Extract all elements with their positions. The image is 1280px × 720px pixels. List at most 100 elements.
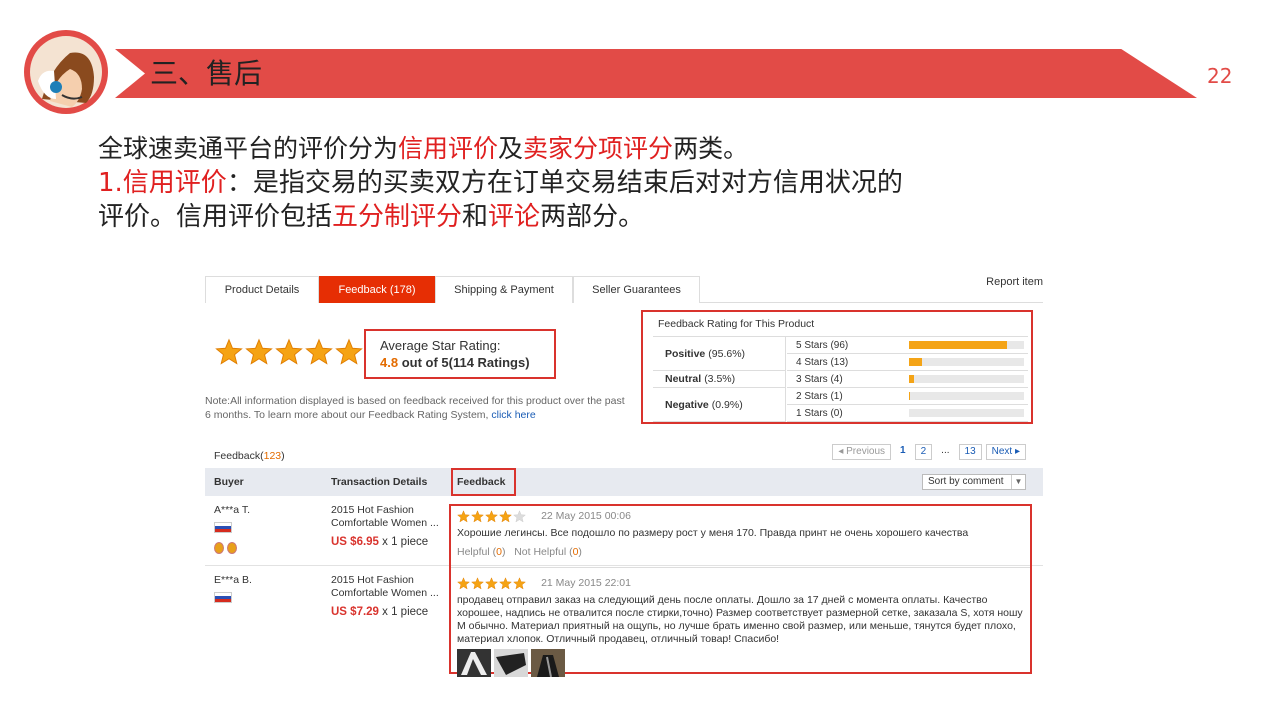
medal-icons	[214, 542, 237, 554]
group-pct: (95.6%)	[708, 347, 746, 360]
page-number-button[interactable]: 1	[895, 444, 911, 460]
previous-page-button[interactable]: ◂ Previous	[832, 444, 892, 460]
group-name: Neutral	[665, 373, 702, 385]
average-number: 4.8	[380, 355, 399, 370]
pagination-ellipsis: ...	[936, 444, 955, 460]
tab-seller-guarantees[interactable]: Seller Guarantees	[573, 276, 700, 303]
star-distribution-row: 3 Stars (4)	[787, 371, 1028, 388]
average-value: 4.8 out of 5(114 Ratings)	[380, 355, 554, 370]
star-icon	[457, 510, 470, 523]
body-text: 全球速卖通平台的评价分为信用评价及卖家分项评分两类。 1.信用评价：是指交易的买…	[98, 132, 1098, 234]
rating-bar-fill	[909, 392, 911, 400]
body-text-segment: 两部分。	[540, 202, 645, 232]
page-number-button[interactable]: 13	[958, 444, 982, 460]
column-transaction: Transaction Details	[331, 476, 428, 488]
star-icon	[485, 510, 498, 523]
helpful-close: )	[501, 546, 506, 558]
medal-icon	[227, 542, 237, 554]
transaction-title[interactable]: 2015 Hot Fashion Comfortable Women ...	[331, 504, 446, 530]
table-header: Buyer Transaction Details Feedback	[205, 468, 1043, 496]
transaction-price: US $6.95 x 1 piece	[331, 536, 428, 548]
tab-product-details[interactable]: Product Details	[205, 276, 319, 303]
feedback-date: 21 May 2015 22:01	[541, 577, 631, 590]
feedback-header-highlight	[451, 468, 516, 496]
star-icon	[485, 577, 498, 590]
feedback-count-label: Feedback(	[214, 450, 264, 462]
star-icon	[471, 577, 484, 590]
average-rating-box: Average Star Rating: 4.8 out of 5(114 Ra…	[364, 329, 556, 379]
report-item-link[interactable]: Report item	[986, 276, 1043, 288]
pagination: ◂ Previous 1 2... 13 Next ▸	[832, 444, 1026, 460]
rating-group-positive: Positive (95.6%)	[653, 337, 786, 371]
feedback-count-close: )	[281, 450, 285, 462]
group-name: Negative	[665, 398, 709, 411]
page-number-button[interactable]: 2	[914, 444, 933, 460]
star-icon	[457, 577, 470, 590]
next-page-button[interactable]: Next ▸	[985, 444, 1026, 460]
rating-title: Feedback Rating for This Product	[658, 318, 815, 330]
rating-bar-track	[909, 409, 1024, 417]
transaction-price: US $7.29 x 1 piece	[331, 606, 428, 618]
price-qty: x 1 piece	[378, 606, 429, 618]
not-helpful-label: Not Helpful (	[514, 546, 573, 558]
not-helpful-close: )	[578, 546, 582, 558]
group-name: Positive	[665, 347, 706, 360]
rating-bar-fill	[909, 375, 914, 383]
star-icon	[513, 577, 526, 590]
feedback-stars	[457, 577, 526, 590]
click-here-link[interactable]: click here	[491, 409, 535, 421]
transaction-title[interactable]: 2015 Hot Fashion Comfortable Women ...	[331, 574, 446, 600]
body-line-2: 1.信用评价：是指交易的买卖双方在订单交易结束后对对方信用状况的	[98, 166, 1098, 200]
buyer-name: A***a T.	[214, 504, 250, 516]
star-label: 3 Stars (4)	[796, 374, 843, 385]
body-text-segment: 和	[462, 202, 489, 232]
column-buyer: Buyer	[214, 476, 244, 488]
average-stars	[215, 338, 363, 366]
average-label: Average Star Rating:	[380, 338, 501, 353]
rating-bar-track	[909, 392, 1024, 400]
star-icon	[335, 338, 363, 365]
rating-group-neutral: Neutral (3.5%)	[653, 371, 786, 388]
star-icon	[275, 338, 303, 365]
feedback-entry: 22 May 2015 00:06 Хорошие легинсы. Все п…	[457, 510, 1027, 558]
star-label: 2 Stars (1)	[796, 391, 843, 402]
body-line-3: 评价。信用评价包括五分制评分和评论两部分。	[98, 200, 1098, 234]
slide-title: 三、售后	[150, 57, 263, 90]
star-distribution-row: 1 Stars (0)	[787, 405, 1028, 422]
customer-service-logo	[24, 30, 108, 114]
note-text: Note:All information displayed is based …	[205, 395, 625, 421]
feedback-photo-thumbnail[interactable]	[531, 649, 565, 677]
feedback-divider	[451, 567, 1030, 568]
rating-bar-track	[909, 341, 1024, 349]
feedback-photo-thumbnail[interactable]	[494, 649, 528, 677]
feedback-photos	[457, 649, 1027, 677]
body-text-segment: ：是指交易的买卖双方在订单交易结束后对对方信用状况的	[226, 168, 903, 198]
tab-feedback[interactable]: Feedback (178)	[319, 276, 435, 303]
helpful-votes: Helpful (0) Not Helpful (0)	[457, 546, 1027, 558]
body-text-segment: 评价。信用评价包括	[98, 202, 333, 232]
helpful-label: Helpful (	[457, 546, 497, 558]
feedback-screenshot: Product Details Feedback (178) Shipping …	[205, 272, 1043, 682]
star-icon	[305, 338, 333, 365]
helpful-button[interactable]: Helpful (0)	[457, 546, 505, 558]
highlight-text: 信用评价	[398, 134, 499, 163]
russia-flag-icon	[214, 522, 232, 533]
star-icon	[499, 577, 512, 590]
not-helpful-button[interactable]: Not Helpful (0)	[514, 546, 582, 558]
highlight-text: 评论	[488, 202, 541, 232]
page-number: 22	[1207, 64, 1233, 88]
sort-dropdown[interactable]: Sort by comment ▼	[922, 474, 1026, 490]
star-distribution-row: 5 Stars (96)	[787, 337, 1028, 354]
price-value: US $7.29	[331, 606, 379, 618]
highlight-text: 五分制评分	[332, 202, 463, 232]
russia-flag-icon	[214, 592, 232, 603]
feedback-count: Feedback(123)	[214, 450, 285, 462]
rating-bar-track	[909, 358, 1024, 366]
price-value: US $6.95	[331, 536, 379, 548]
feedback-photo-thumbnail[interactable]	[457, 649, 491, 677]
feedback-comments-highlight: 22 May 2015 00:06 Хорошие легинсы. Все п…	[449, 504, 1032, 677]
body-line-1: 全球速卖通平台的评价分为信用评价及卖家分项评分两类。	[98, 132, 1098, 166]
buyer-name: E***a B.	[214, 574, 252, 586]
tab-shipping-payment[interactable]: Shipping & Payment	[435, 276, 573, 303]
rating-bar-track	[909, 375, 1024, 383]
